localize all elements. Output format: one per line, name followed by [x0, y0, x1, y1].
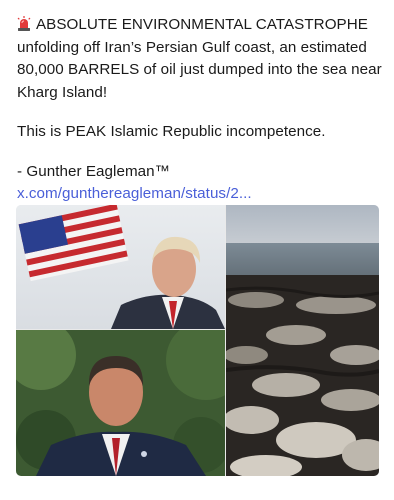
media-grid[interactable]	[16, 205, 379, 476]
media-image-flag-portrait[interactable]	[16, 205, 225, 329]
portrait-outdoors-image	[16, 330, 225, 476]
police-light-icon	[17, 16, 31, 31]
oil-shoreline-image	[226, 205, 379, 476]
post-line-2: unfolding off Iran’s Persian Gulf coast,…	[17, 38, 367, 56]
post-line-5: This is PEAK Islamic Republic incompeten…	[17, 123, 326, 140]
flag-portrait-image	[16, 205, 225, 329]
media-image-oil-shoreline[interactable]	[226, 205, 379, 476]
post-text: ABSOLUTE ENVIRONMENTAL CATASTROPHE unfol…	[17, 14, 382, 206]
post-line-4: Kharg Island!	[17, 83, 108, 101]
media-image-portrait-outdoors[interactable]	[16, 330, 225, 476]
post-line-3: 80,000 BARRELS of oil just dumped into t…	[17, 61, 382, 78]
post-line-1: ABSOLUTE ENVIRONMENTAL CATASTROPHE	[36, 16, 368, 33]
post-signature: - Gunther Eagleman™	[17, 162, 170, 180]
post: ABSOLUTE ENVIRONMENTAL CATASTROPHE unfol…	[0, 0, 394, 500]
status-link[interactable]: x.com/gunthereagleman/status/2...	[17, 183, 382, 206]
